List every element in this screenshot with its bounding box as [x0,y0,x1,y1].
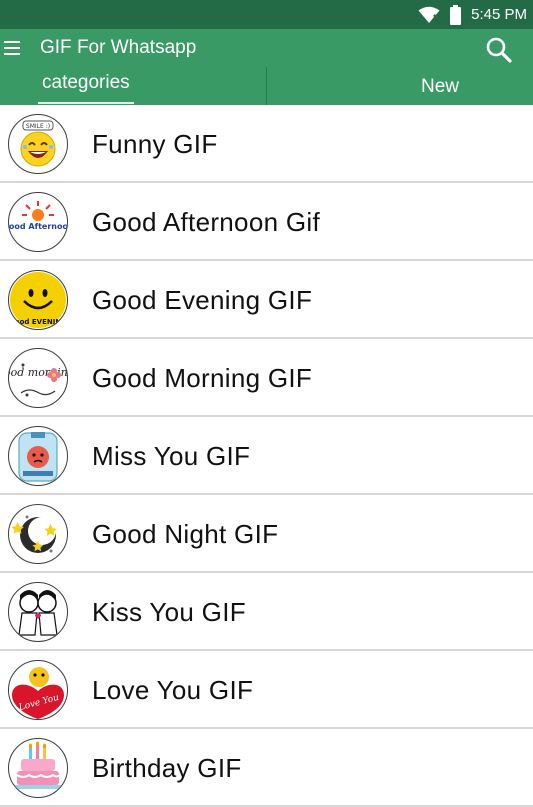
tab-selected-indicator [38,102,134,104]
list-item-label: Love You GIF [92,675,254,705]
list-item-label: Miss You GIF [92,441,251,471]
miss-you-jar-icon [8,426,68,486]
list-item-miss-you[interactable]: Miss You GIF [0,417,533,495]
list-item-label: Birthday GIF [92,753,242,783]
afternoon-badge-text: Good Afternoon [9,222,67,231]
laughing-smiley-icon: SMILE :) [8,114,68,174]
tab-new[interactable]: New [267,67,533,105]
moon-stars-icon [8,504,68,564]
list-item-good-night[interactable]: Good Night GIF [0,495,533,573]
search-button[interactable] [485,36,513,64]
list-item-kiss-you[interactable]: Kiss You GIF [0,573,533,651]
tab-categories-label: categories [42,72,130,93]
wifi-icon [418,6,440,23]
list-item-love-you[interactable]: Love You Love You GIF [0,651,533,729]
hamburger-menu-icon [4,41,32,55]
app-bar: GIF For Whatsapp [0,29,533,67]
list-item-good-evening[interactable]: Good EVENING Good Evening GIF [0,261,533,339]
heart-love-you-icon: Love You [8,660,68,720]
list-item-good-afternoon[interactable]: Good Afternoon Good Afternoon Gif [0,183,533,261]
menu-button[interactable] [2,35,32,61]
tab-categories[interactable]: categories [0,67,266,105]
funny-badge-text: SMILE :) [26,123,50,130]
list-item-label: Funny GIF [92,129,218,159]
app-title: GIF For Whatsapp [40,37,197,58]
list-item-good-morning[interactable]: Good morning Good Morning GIF [0,339,533,417]
list-item-label: Good Afternoon Gif [92,207,320,237]
battery-icon [450,5,462,25]
list-item-label: Good Night GIF [92,519,279,549]
good-morning-flower-icon: Good morning [8,348,68,408]
list-item-label: Kiss You GIF [92,597,246,627]
kissing-couple-icon [8,582,68,642]
status-time: 5:45 PM [471,6,527,23]
evening-badge-text: Good EVENING [9,318,67,326]
status-bar: 5:45 PM [0,0,533,29]
list-item-label: Good Morning GIF [92,363,313,393]
sun-afternoon-icon: Good Afternoon [8,192,68,252]
status-icons: 5:45 PM [418,4,527,26]
list-item-funny-gif[interactable]: SMILE :) Funny GIF [0,105,533,183]
search-icon [486,37,512,63]
category-list: SMILE :) Funny GIF ood Afterno Good Afte… [0,105,533,807]
tab-bar: categories New [0,67,533,105]
birthday-cake-icon [8,738,68,798]
yellow-smiley-icon: Good EVENING [8,270,68,330]
tab-new-label: New [420,76,459,97]
list-item-label: Good Evening GIF [92,285,313,315]
list-item-birthday[interactable]: Birthday GIF [0,729,533,807]
